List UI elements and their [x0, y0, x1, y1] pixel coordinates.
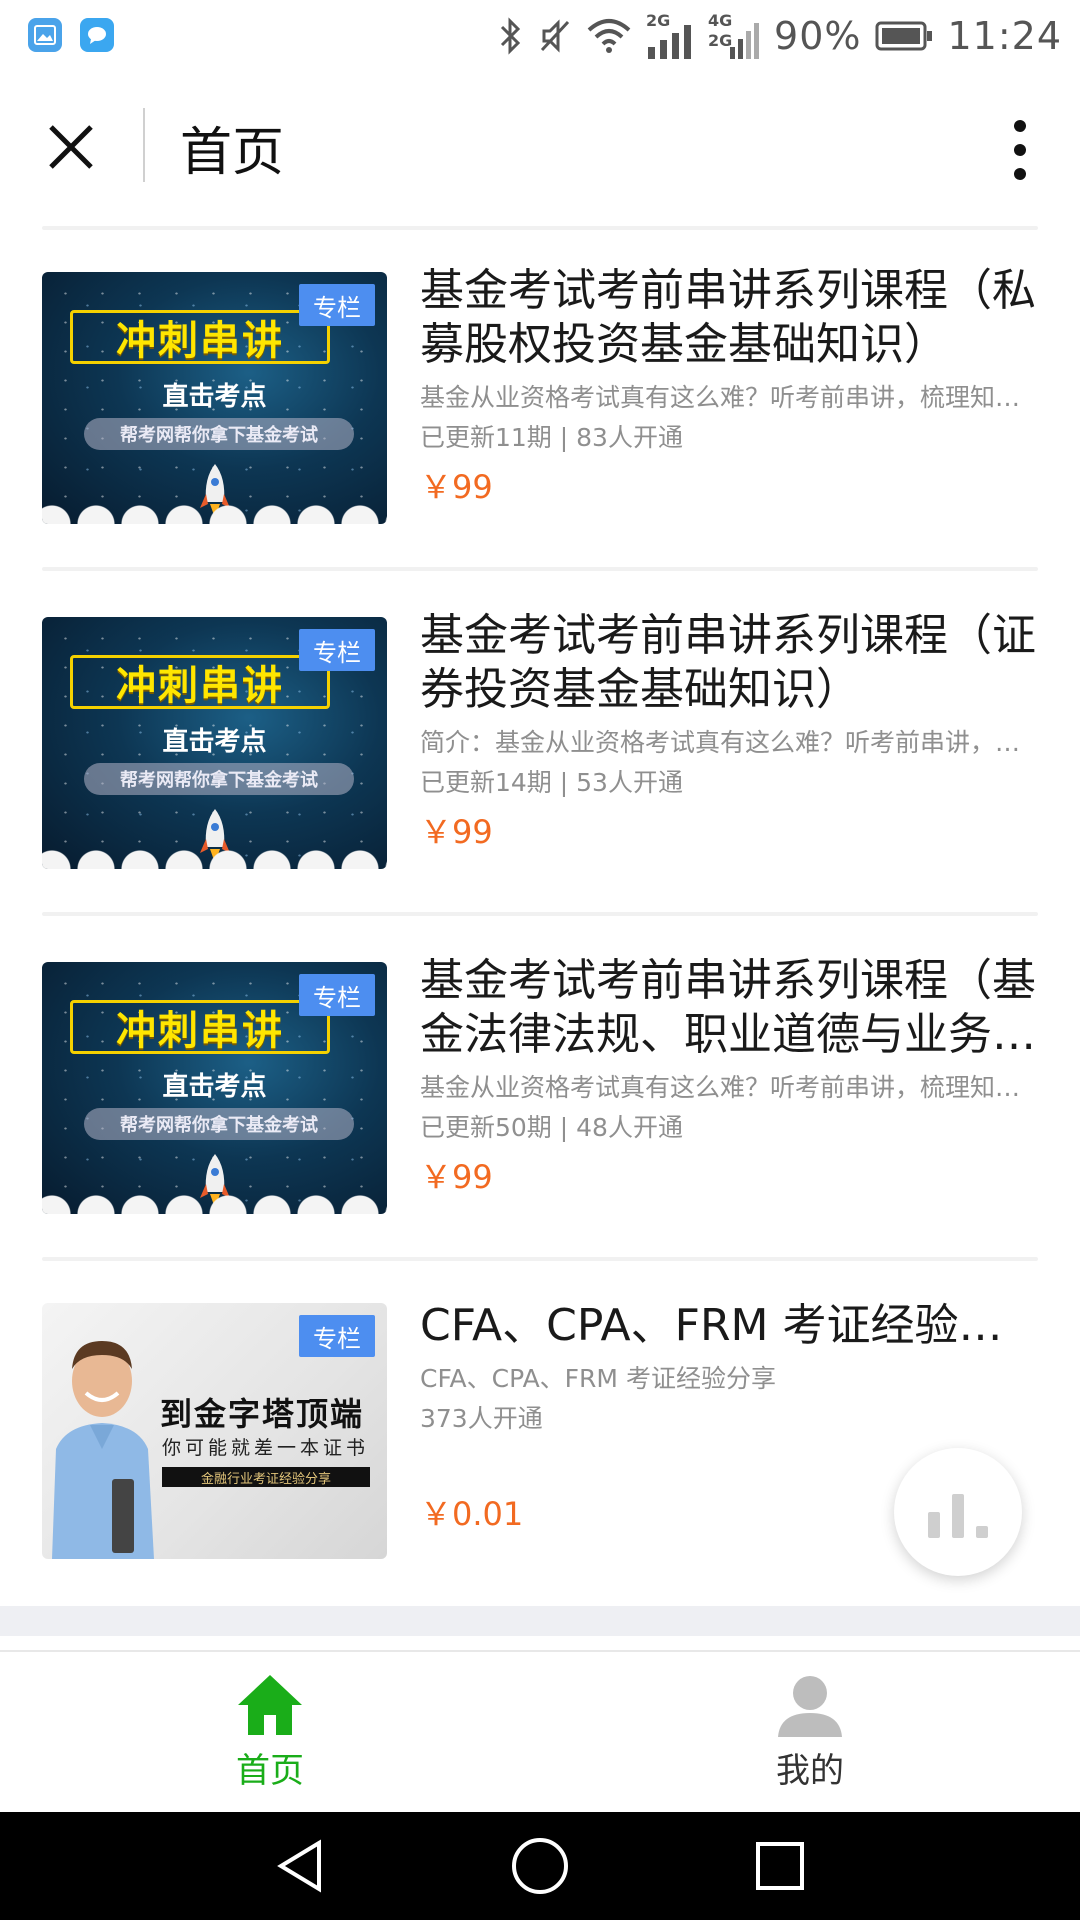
- system-navigation-bar: [0, 1812, 1080, 1920]
- sprint-text: 冲刺串讲: [116, 318, 284, 364]
- course-item[interactable]: 冲刺串讲 直击考点 帮考网帮你拿下基金考试 专栏 基金考试考前串讲系列课程（私募…: [0, 222, 1080, 567]
- stats-floating-button[interactable]: [894, 1448, 1022, 1576]
- list-bottom-spacer: [0, 1606, 1080, 1636]
- course-thumbnail: 冲刺串讲 直击考点 帮考网帮你拿下基金考试 专栏: [42, 617, 387, 869]
- course-description: 简介：基金从业资格考试真有这么难？听考前串讲，梳理知识点: [420, 728, 1040, 757]
- course-title[interactable]: 基金考试考前串讲系列课程（证券投资基金基础知识）: [420, 609, 1040, 717]
- tab-home[interactable]: 首页: [0, 1652, 540, 1812]
- bluetooth-icon: [500, 17, 521, 55]
- column-tag: 专栏: [299, 1315, 375, 1357]
- mute-icon: [540, 19, 570, 53]
- course-title[interactable]: 基金考试考前串讲系列课程（基金法律法规、职业道德与业务规范）: [420, 954, 1040, 1062]
- close-button[interactable]: [36, 112, 106, 182]
- course-thumbnail: 冲刺串讲 直击考点 帮考网帮你拿下基金考试 专栏: [42, 272, 387, 524]
- column-tag: 专栏: [299, 629, 375, 671]
- wifi-icon: [587, 19, 631, 53]
- network-4g-2g-label: 2G: [708, 31, 733, 50]
- person-illustration: [52, 1341, 154, 1559]
- thumbnail-headline: 到金字塔顶端: [160, 1395, 365, 1433]
- home-button[interactable]: [510, 1836, 570, 1896]
- battery-percentage: 90%: [774, 14, 862, 58]
- thumbnail-subheadline: 你可能就差一本证书: [162, 1437, 370, 1459]
- thumbnail-slogan: 帮考网帮你拿下基金考试: [84, 763, 354, 795]
- title-bar: 首页: [0, 72, 1080, 222]
- status-bar: 2G 4G 2G 90% 11:24: [0, 0, 1080, 72]
- sprint-banner: 冲刺串讲: [70, 310, 330, 364]
- course-description: 基金从业资格考试真有这么难？听考前串讲，梳理知识点: [420, 1073, 1040, 1102]
- tab-home-label: 首页: [236, 1750, 304, 1791]
- cloud-decoration: [42, 849, 387, 869]
- sprint-banner: 冲刺串讲: [70, 655, 330, 709]
- course-price: ￥99: [420, 1158, 493, 1196]
- system-status: 2G 4G 2G 90% 11:24: [496, 8, 1062, 64]
- sprint-text: 冲刺串讲: [116, 1008, 284, 1054]
- thumbnail-subtitle: 直击考点: [162, 1072, 267, 1102]
- more-options-button[interactable]: [990, 110, 1050, 190]
- course-meta: 已更新14期 | 53人开通: [420, 768, 683, 797]
- thumbnail-subtitle: 直击考点: [162, 382, 267, 412]
- chat-notification-icon: [80, 18, 114, 52]
- course-info: 基金考试考前串讲系列课程（基金法律法规、职业道德与业务规范） 基金从业资格考试真…: [420, 954, 1040, 1200]
- course-info: 基金考试考前串讲系列课程（私募股权投资基金基础知识） 基金从业资格考试真有这么难…: [420, 264, 1040, 510]
- thumbnail-slogan: 帮考网帮你拿下基金考试: [84, 1108, 354, 1140]
- close-icon: [49, 125, 93, 169]
- course-thumbnail: 冲刺串讲 直击考点 帮考网帮你拿下基金考试 专栏: [42, 962, 387, 1214]
- back-triangle-icon: [277, 1839, 321, 1893]
- back-button[interactable]: [270, 1836, 330, 1896]
- course-meta: 373人开通: [420, 1404, 543, 1433]
- course-thumbnail: 到金字塔顶端 你可能就差一本证书 金融行业考证经验分享 专栏: [42, 1303, 387, 1559]
- course-description: CFA、CPA、FRM 考证经验分享: [420, 1364, 776, 1393]
- tab-profile[interactable]: 我的: [540, 1652, 1080, 1812]
- stats-bar-icon: [976, 1526, 988, 1538]
- battery-icon: [875, 21, 933, 51]
- clock: 11:24: [947, 14, 1062, 58]
- course-title[interactable]: 基金考试考前串讲系列课程（私募股权投资基金基础知识）: [420, 264, 1040, 372]
- thumbnail-caption-bar: 金融行业考证经验分享: [162, 1467, 370, 1487]
- recents-button[interactable]: [750, 1836, 810, 1896]
- course-title[interactable]: CFA、CPA、FRM 考证经验分享: [420, 1299, 1040, 1353]
- gallery-notification-icon: [28, 18, 62, 52]
- tab-profile-label: 我的: [776, 1750, 844, 1791]
- sprint-text: 冲刺串讲: [116, 663, 284, 709]
- stats-bar-icon: [928, 1512, 940, 1538]
- column-tag: 专栏: [299, 974, 375, 1016]
- course-info: 基金考试考前串讲系列课程（证券投资基金基础知识） 简介：基金从业资格考试真有这么…: [420, 609, 1040, 855]
- cloud-decoration: [42, 1194, 387, 1214]
- course-meta: 已更新50期 | 48人开通: [420, 1113, 683, 1142]
- recents-square-icon: [756, 1842, 804, 1890]
- signal-4g-icon: 4G 2G: [708, 11, 760, 59]
- column-tag: 专栏: [299, 284, 375, 326]
- cloud-decoration: [42, 504, 387, 524]
- page-title: 首页: [180, 123, 285, 183]
- home-icon: [238, 1674, 302, 1735]
- signal-2g-icon: 2G: [646, 11, 694, 59]
- thumbnail-slogan: 帮考网帮你拿下基金考试: [84, 418, 354, 450]
- course-meta: 已更新11期 | 83人开通: [420, 423, 683, 452]
- user-icon: [778, 1675, 842, 1737]
- course-price: ￥99: [420, 813, 493, 851]
- title-divider: [143, 108, 145, 182]
- course-description: 基金从业资格考试真有这么难？听考前串讲，梳理知识点: [420, 383, 1040, 412]
- course-item[interactable]: 冲刺串讲 直击考点 帮考网帮你拿下基金考试 专栏 基金考试考前串讲系列课程（证券…: [0, 567, 1080, 912]
- course-price: ￥99: [420, 468, 493, 506]
- home-circle-icon: [512, 1838, 568, 1894]
- notification-icons: [28, 18, 114, 52]
- more-vertical-icon: [1014, 120, 1026, 180]
- sprint-banner: 冲刺串讲: [70, 1000, 330, 1054]
- network-4g-label: 4G: [708, 11, 733, 30]
- bottom-tab-bar: 首页 我的: [0, 1650, 1080, 1812]
- stats-bar-icon: [952, 1494, 964, 1538]
- thumbnail-subtitle: 直击考点: [162, 727, 267, 757]
- course-item[interactable]: 冲刺串讲 直击考点 帮考网帮你拿下基金考试 专栏 基金考试考前串讲系列课程（基金…: [0, 912, 1080, 1257]
